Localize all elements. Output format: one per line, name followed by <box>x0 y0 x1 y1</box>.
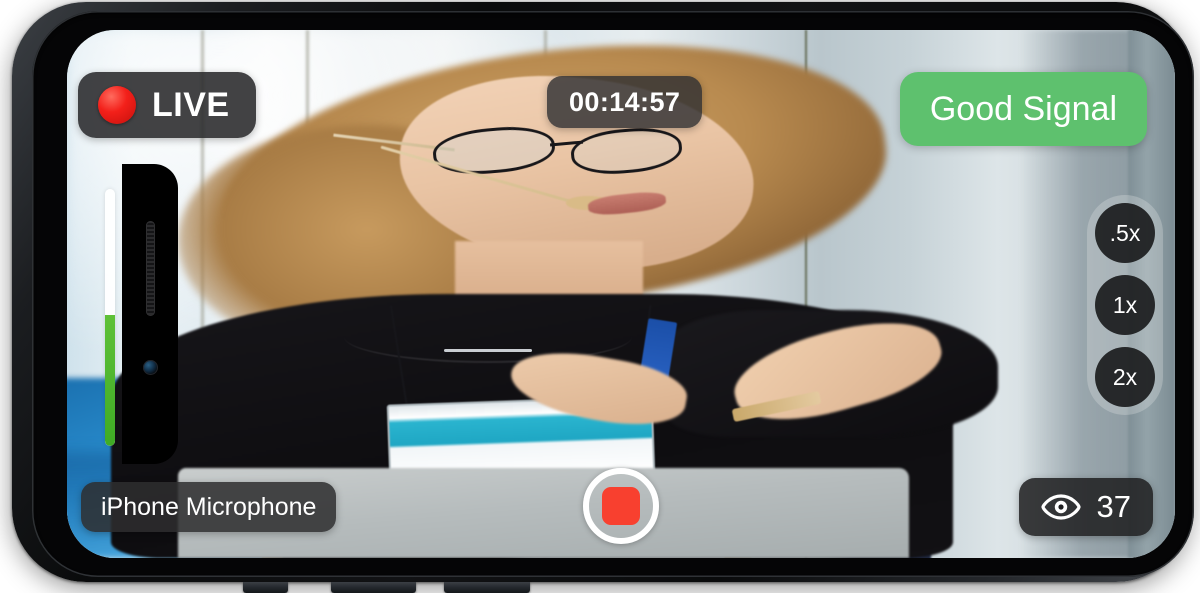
zoom-button-half[interactable]: .5x <box>1095 203 1155 263</box>
audio-level-fill <box>105 314 115 446</box>
record-dot-icon <box>98 86 136 124</box>
zoom-button-2x-label: 2x <box>1112 363 1138 390</box>
elapsed-timer-badge: 00:14:57 <box>547 76 703 128</box>
live-status-label: LIVE <box>152 85 230 124</box>
earpiece-speaker <box>146 221 155 316</box>
power-button[interactable] <box>243 582 288 593</box>
volume-up-button[interactable] <box>331 582 416 593</box>
live-status-badge: LIVE <box>78 72 256 138</box>
volume-down-button[interactable] <box>444 582 530 593</box>
phone-screen: LIVE 00:14:57 Good Signal .5x 1x 2x iPho… <box>67 30 1175 558</box>
stop-recording-button[interactable] <box>583 468 659 544</box>
signal-status-badge[interactable]: Good Signal <box>899 72 1147 146</box>
broadcast-overlay-ui: LIVE 00:14:57 Good Signal .5x 1x 2x iPho… <box>67 30 1175 558</box>
stop-square-icon <box>602 487 640 525</box>
viewer-count-label: 37 <box>1096 489 1131 524</box>
zoom-button-1x[interactable]: 1x <box>1095 275 1155 335</box>
front-camera-icon <box>143 360 158 375</box>
device-notch <box>122 164 178 464</box>
elapsed-timer-label: 00:14:57 <box>569 86 681 117</box>
microphone-source-badge[interactable]: iPhone Microphone <box>81 482 337 532</box>
microphone-source-label: iPhone Microphone <box>101 492 317 521</box>
zoom-control-cluster: .5x 1x 2x <box>1087 195 1163 415</box>
viewer-count-badge: 37 <box>1018 478 1153 536</box>
signal-status-label: Good Signal <box>929 89 1117 128</box>
eye-icon <box>1040 494 1081 520</box>
audio-level-meter <box>105 189 115 446</box>
zoom-button-2x[interactable]: 2x <box>1095 347 1155 407</box>
zoom-button-1x-label: 1x <box>1112 291 1138 318</box>
zoom-button-half-label: .5x <box>1109 219 1141 246</box>
phone-device-frame: LIVE 00:14:57 Good Signal .5x 1x 2x iPho… <box>12 2 1194 582</box>
